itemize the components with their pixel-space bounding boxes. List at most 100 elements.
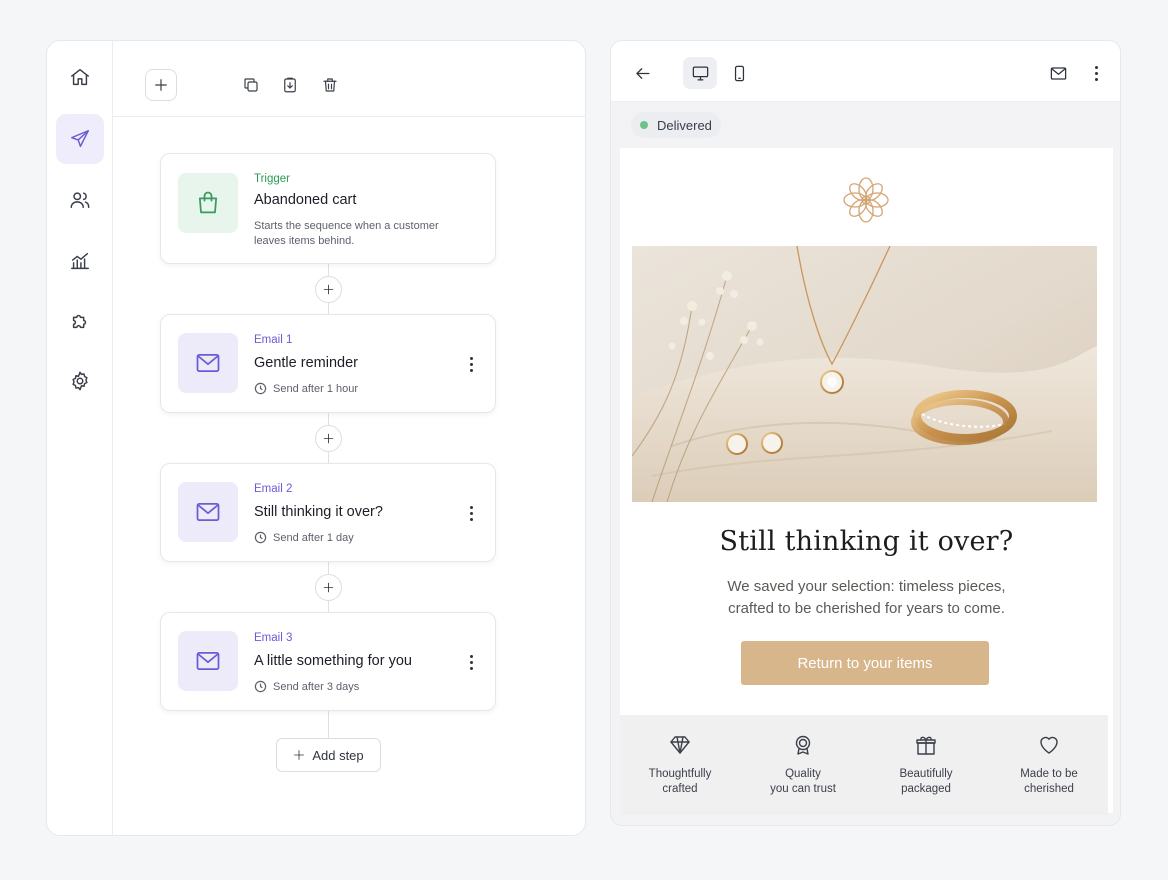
return-to-items-button[interactable]: Return to your items <box>741 641 989 685</box>
delete-button[interactable] <box>314 69 346 101</box>
email-icon-tile <box>178 333 238 393</box>
sidebar-item-integrations[interactable] <box>56 296 104 346</box>
heart-icon <box>1040 736 1058 754</box>
add-button[interactable] <box>145 69 177 101</box>
feature-item: Beautifully packaged <box>866 715 986 815</box>
step-menu-button[interactable] <box>461 650 481 674</box>
desktop-icon <box>692 66 708 80</box>
sidebar-item-analytics[interactable] <box>56 236 104 286</box>
arrow-left-icon <box>635 67 649 79</box>
feature-label: Made to be cherished <box>1020 768 1078 795</box>
clock-icon <box>254 531 267 544</box>
plus-icon <box>155 79 167 91</box>
paper-plane-icon <box>71 130 89 148</box>
email-step-card[interactable]: Email 1 Gentle reminder Send after 1 hou… <box>160 314 496 413</box>
email-subcopy-line: We saved your selection: timeless pieces… <box>727 578 1006 595</box>
step-title: A little something for you <box>254 653 412 669</box>
features-strip: Thoughtfully crafted Quality you can tru… <box>620 715 1108 815</box>
step-delay-text: Send after 1 hour <box>273 382 359 395</box>
trigger-kicker: Trigger <box>254 173 290 185</box>
trash-icon <box>323 78 337 92</box>
add-step-label: Add step <box>312 747 364 763</box>
duplicate-button[interactable] <box>235 69 267 101</box>
plus-icon <box>323 433 334 444</box>
workflow-panel: Trigger Abandoned cart Starts the sequen… <box>46 40 586 836</box>
trigger-title: Abandoned cart <box>254 192 357 208</box>
step-kicker: Email 3 <box>254 632 293 644</box>
step-menu-button[interactable] <box>461 501 481 525</box>
send-test-button[interactable] <box>1041 57 1075 89</box>
trigger-card[interactable]: Trigger Abandoned cart Starts the sequen… <box>160 153 496 264</box>
status-badge: Delivered <box>631 112 721 138</box>
step-delay-text: Send after 3 days <box>273 680 360 693</box>
step-title: Still thinking it over? <box>254 504 383 520</box>
home-icon <box>71 68 89 86</box>
insert-step-button[interactable] <box>315 425 342 452</box>
step-kicker: Email 1 <box>254 334 293 346</box>
chart-icon <box>71 252 89 270</box>
email-icon-tile <box>178 631 238 691</box>
plus-icon <box>323 284 334 295</box>
insert-step-button[interactable] <box>315 574 342 601</box>
email-step-card[interactable]: Email 2 Still thinking it over? Send aft… <box>160 463 496 562</box>
step-delay: Send after 1 hour <box>254 382 358 395</box>
paste-button[interactable] <box>274 69 306 101</box>
desktop-view-button[interactable] <box>683 57 717 89</box>
mail-icon <box>196 353 220 373</box>
clock-icon <box>254 680 267 693</box>
back-button[interactable] <box>625 57 659 89</box>
step-kicker: Email 2 <box>254 483 293 495</box>
feature-label: Quality you can trust <box>770 768 836 795</box>
status-dot <box>640 121 648 129</box>
award-icon <box>795 735 811 755</box>
plus-icon <box>323 582 334 593</box>
sidebar-item-home[interactable] <box>56 52 104 102</box>
plus-icon <box>294 750 305 760</box>
insert-step-button[interactable] <box>315 276 342 303</box>
clock-icon <box>254 382 267 395</box>
email-icon-tile <box>178 482 238 542</box>
gear-icon <box>72 371 88 391</box>
email-step-card[interactable]: Email 3 A little something for you Send … <box>160 612 496 711</box>
feature-item: Made to be cherished <box>989 715 1109 815</box>
mail-icon <box>196 651 220 671</box>
sidebar-item-settings[interactable] <box>56 356 104 406</box>
step-title: Gentle reminder <box>254 355 358 371</box>
step-delay: Send after 3 days <box>254 680 359 693</box>
email-subcopy: We saved your selection: timeless pieces… <box>620 576 1113 620</box>
hero-image <box>632 246 1097 502</box>
mobile-icon <box>734 65 744 81</box>
feature-label: Thoughtfully crafted <box>648 768 712 795</box>
gift-icon <box>916 736 936 755</box>
mobile-view-button[interactable] <box>722 57 756 89</box>
email-preview: Still thinking it over? We saved your se… <box>620 148 1113 815</box>
puzzle-icon <box>72 314 87 329</box>
users-icon <box>70 192 90 209</box>
preview-menu-button[interactable] <box>1086 61 1106 85</box>
status-text: Delivered <box>657 117 712 133</box>
flower-logo-icon <box>843 177 889 223</box>
email-subcopy-line: crafted to be cherished for years to com… <box>728 600 1005 617</box>
step-delay-text: Send after 1 day <box>273 531 354 544</box>
copy-icon <box>244 78 258 92</box>
workflow-toolbar <box>113 41 585 117</box>
trigger-description: Starts the sequence when a customer leav… <box>254 220 439 247</box>
diamond-icon <box>670 736 690 754</box>
mail-icon <box>196 502 220 522</box>
feature-label: Beautifully packaged <box>899 768 953 795</box>
mail-icon <box>1050 66 1066 80</box>
shopping-bag-icon <box>198 191 218 214</box>
step-delay: Send after 1 day <box>254 531 354 544</box>
preview-header <box>611 41 1120 102</box>
step-menu-button[interactable] <box>461 352 481 376</box>
paste-icon <box>284 77 296 93</box>
preview-panel: Delivered Still thinking it over? We sav… <box>610 40 1121 826</box>
sidebar-item-audience[interactable] <box>56 175 104 225</box>
add-step-button[interactable]: Add step <box>276 738 381 772</box>
email-headline: Still thinking it over? <box>719 526 1014 557</box>
sidebar-item-campaigns[interactable] <box>56 114 104 164</box>
trigger-icon-tile <box>178 173 238 233</box>
sidebar-nav <box>47 41 113 835</box>
feature-item: Thoughtfully crafted <box>620 715 740 815</box>
feature-item: Quality you can trust <box>743 715 863 815</box>
